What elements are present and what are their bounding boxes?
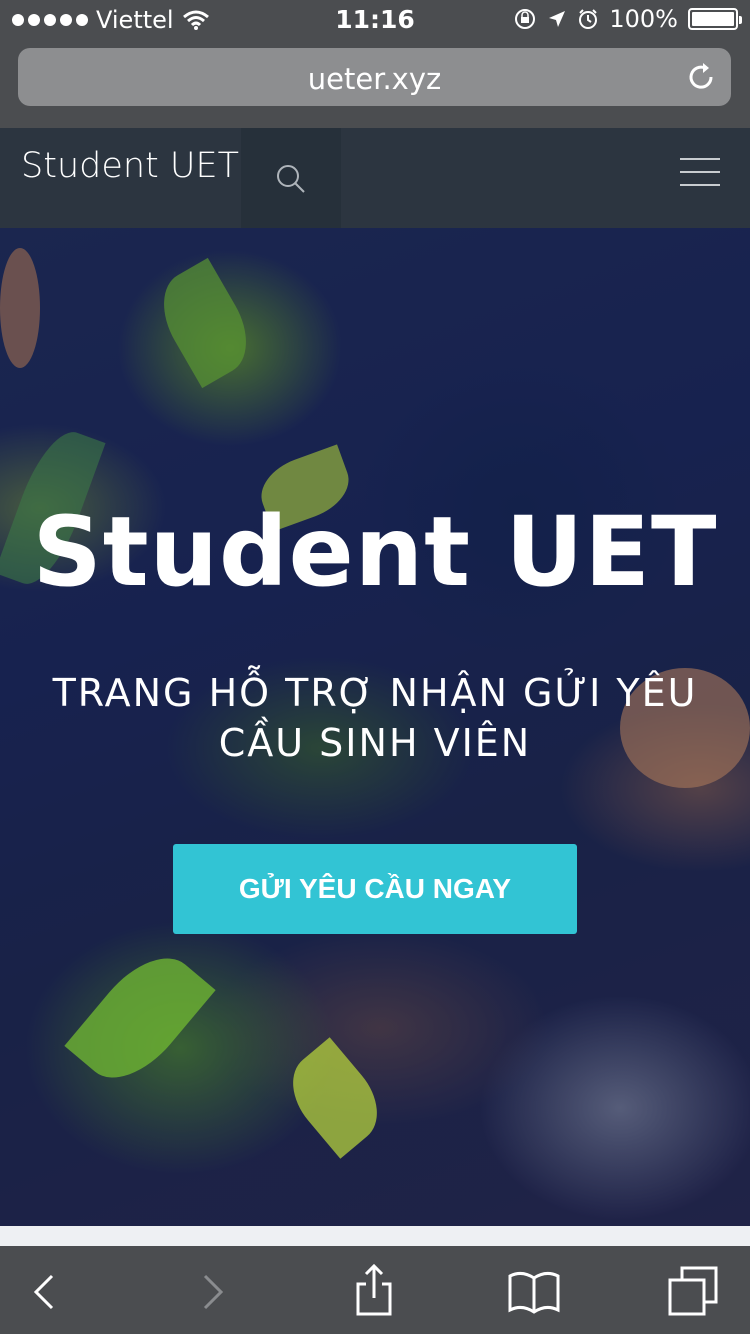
url-text[interactable]: ueter.xyz (18, 62, 731, 96)
hero-subtitle: TRANG HỖ TRỢ NHẬN GỬI YÊU CẦU SINH VIÊN (52, 671, 698, 765)
back-icon[interactable] (18, 1264, 74, 1320)
status-bar: Viettel 11:16 100% (0, 0, 750, 40)
tabs-icon[interactable] (666, 1264, 722, 1320)
hero-section: Student UET TRANG HỖ TRỢ NHẬN GỬI YÊU CẦ… (0, 228, 750, 1226)
bookmarks-icon[interactable] (506, 1264, 562, 1320)
foliage-decoration (276, 1037, 394, 1159)
foliage-decoration (64, 938, 216, 1098)
forward-icon[interactable] (183, 1264, 239, 1320)
battery-fill (692, 12, 734, 26)
battery-icon (688, 8, 742, 30)
browser-top-bar: ueter.xyz (0, 40, 750, 128)
page-content-edge (0, 1226, 750, 1246)
hero-title: Student UET (32, 496, 718, 608)
site-navbar: Student UET (0, 128, 750, 228)
share-icon[interactable] (346, 1264, 402, 1320)
search-icon (277, 165, 305, 193)
address-bar[interactable]: ueter.xyz (18, 48, 731, 106)
foliage-decoration (147, 257, 263, 389)
browser-toolbar (0, 1246, 750, 1334)
rotation-lock-icon (515, 9, 536, 29)
status-right: 100% (513, 5, 742, 33)
brand-logo[interactable]: Student UET (21, 146, 239, 186)
battery-percent: 100% (609, 5, 678, 33)
reload-icon[interactable] (685, 61, 717, 93)
foliage-decoration (0, 248, 40, 368)
alarm-icon (579, 9, 598, 29)
location-icon (549, 11, 566, 27)
hamburger-menu-icon[interactable] (680, 158, 720, 188)
send-request-button[interactable]: GỬI YÊU CẦU NGAY (173, 844, 577, 934)
search-button[interactable] (241, 128, 341, 228)
